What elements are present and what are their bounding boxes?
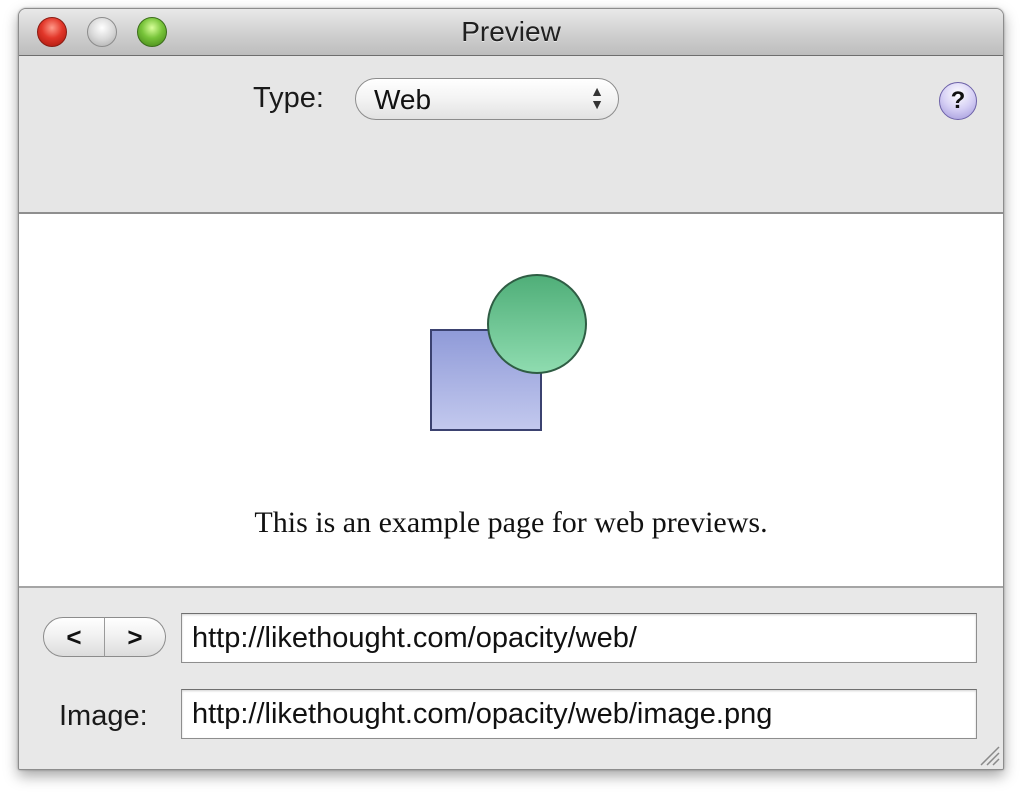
circle-shape	[487, 274, 587, 374]
image-url-field[interactable]: http://likethought.com/opacity/web/image…	[181, 689, 977, 739]
page-url-field[interactable]: http://likethought.com/opacity/web/	[181, 613, 977, 663]
type-select[interactable]: Web ▲ ▼	[355, 78, 619, 120]
window-title: Preview	[461, 16, 561, 47]
type-label: Type:	[253, 82, 324, 114]
type-select-value: Web	[374, 84, 432, 115]
help-button[interactable]: ?	[939, 82, 977, 120]
example-graphic	[430, 274, 587, 431]
up-down-arrows-icon: ▲ ▼	[590, 83, 604, 112]
toolbar: Type: Web ▲ ▼ ?	[19, 56, 1003, 214]
resize-grip-icon[interactable]	[975, 741, 1001, 767]
forward-button[interactable]: >	[104, 617, 166, 657]
web-preview-area: This is an example page for web previews…	[19, 214, 1003, 588]
back-button[interactable]: <	[43, 617, 105, 657]
image-label: Image:	[59, 700, 148, 732]
preview-caption: This is an example page for web previews…	[254, 506, 768, 539]
url-bar-area: < > http://likethought.com/opacity/web/ …	[19, 588, 1003, 769]
title-bar[interactable]: Preview	[19, 9, 1003, 56]
preview-window: Preview Type: Web ▲ ▼ ? This is an examp…	[18, 8, 1004, 770]
